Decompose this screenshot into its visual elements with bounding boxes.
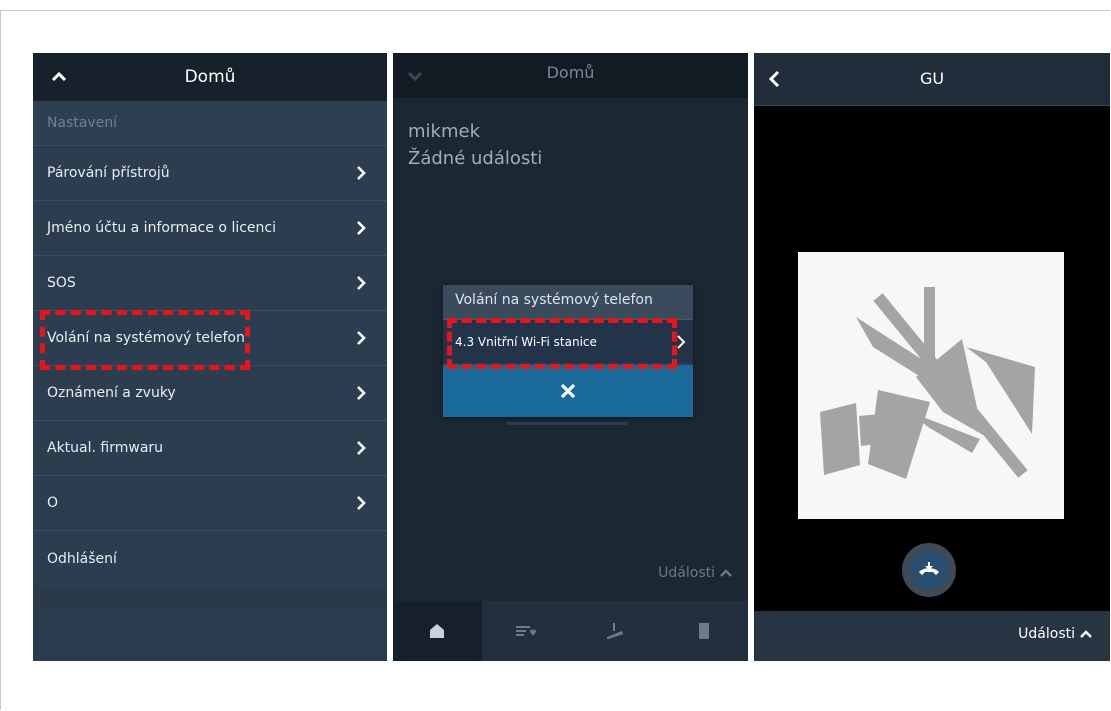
phone-hangup-icon <box>919 562 939 575</box>
dialog-shadow <box>507 422 628 425</box>
settings-item-label: Jméno účtu a informace o licenci <box>47 220 276 236</box>
tab-door[interactable] <box>659 601 748 661</box>
chevron-right-icon <box>677 334 686 349</box>
camera-unavailable-image <box>798 252 1064 519</box>
camera-off-icon <box>820 287 1035 479</box>
hang-up-button[interactable] <box>902 543 956 597</box>
events-toggle[interactable]: Události <box>1018 626 1092 642</box>
hang-up-button-inner <box>909 550 949 590</box>
settings-section-label: Nastavení <box>33 101 387 146</box>
settings-item-label: O <box>47 495 59 511</box>
home-screen: Domů mikmek Žádné události Volání na sys… <box>393 53 748 661</box>
events-label: Události <box>1018 626 1075 642</box>
system-phone-dialog: Volání na systémový telefon 4.3 Vnitřní … <box>443 285 693 417</box>
settings-item-label: Oznámení a zvuky <box>47 385 176 401</box>
settings-item-label: SOS <box>47 275 76 291</box>
close-icon <box>560 383 576 399</box>
door-icon <box>698 623 709 639</box>
settings-item-firmware[interactable]: Aktual. firmwaru <box>33 421 387 476</box>
settings-item-notifications[interactable]: Oznámení a zvuky <box>33 366 387 421</box>
dialog-option-label: 4.3 Vnitřní Wi-Fi stanice <box>455 334 597 349</box>
logout-item[interactable]: Odhlášení <box>33 531 387 586</box>
page-title: Domů <box>184 67 236 87</box>
settings-item-account[interactable]: Jméno účtu a informace o licenci <box>33 201 387 256</box>
page-title: GU <box>919 69 945 88</box>
settings-item-device-pairing[interactable]: Párování přístrojů <box>33 146 387 201</box>
call-header: GU <box>754 53 1110 106</box>
chevron-right-icon <box>357 221 366 235</box>
chevron-right-icon <box>357 276 366 290</box>
events-label: Události <box>658 565 715 581</box>
settings-item-system-phone-call[interactable]: Volání na systémový telefon <box>33 311 387 366</box>
page-title: Domů <box>546 63 595 82</box>
settings-screen: Domů Nastavení Párování přístrojů Jméno … <box>33 53 387 661</box>
chevron-right-icon <box>357 441 366 455</box>
tab-favorites[interactable] <box>482 601 571 661</box>
dialog-title: Volání na systémový telefon <box>443 285 693 319</box>
chevron-right-icon <box>357 386 366 400</box>
settings-item-label: Aktual. firmwaru <box>47 440 164 456</box>
settings-header: Domů <box>33 53 387 101</box>
chevron-right-icon <box>357 331 366 345</box>
chevron-up-icon[interactable] <box>49 67 69 87</box>
chevron-right-icon <box>357 496 366 510</box>
settings-item-label: Volání na systémový telefon <box>47 330 245 346</box>
favorites-list-icon <box>516 626 537 636</box>
account-name: mikmek <box>408 121 480 142</box>
events-toggle[interactable]: Události <box>658 565 732 581</box>
call-bottom-bar: Události <box>754 611 1110 661</box>
chevron-right-icon <box>357 166 366 180</box>
chevron-up-icon <box>1080 630 1092 638</box>
tab-camera[interactable] <box>571 601 660 661</box>
call-screen: GU Události <box>754 53 1110 661</box>
camera-icon <box>606 623 623 639</box>
tab-home[interactable] <box>393 601 482 661</box>
settings-footer-area <box>33 609 387 661</box>
home-header: Domů <box>393 53 748 98</box>
home-icon <box>430 624 445 638</box>
chevron-up-icon <box>720 569 732 577</box>
no-events-text: Žádné události <box>408 148 543 169</box>
settings-item-sos[interactable]: SOS <box>33 256 387 311</box>
dialog-close-button[interactable] <box>443 365 693 417</box>
settings-item-label: Párování přístrojů <box>47 165 170 181</box>
settings-item-about[interactable]: O <box>33 476 387 531</box>
dialog-option-wifi-station[interactable]: 4.3 Vnitřní Wi-Fi stanice <box>443 319 693 363</box>
bottom-tab-bar <box>393 601 748 661</box>
